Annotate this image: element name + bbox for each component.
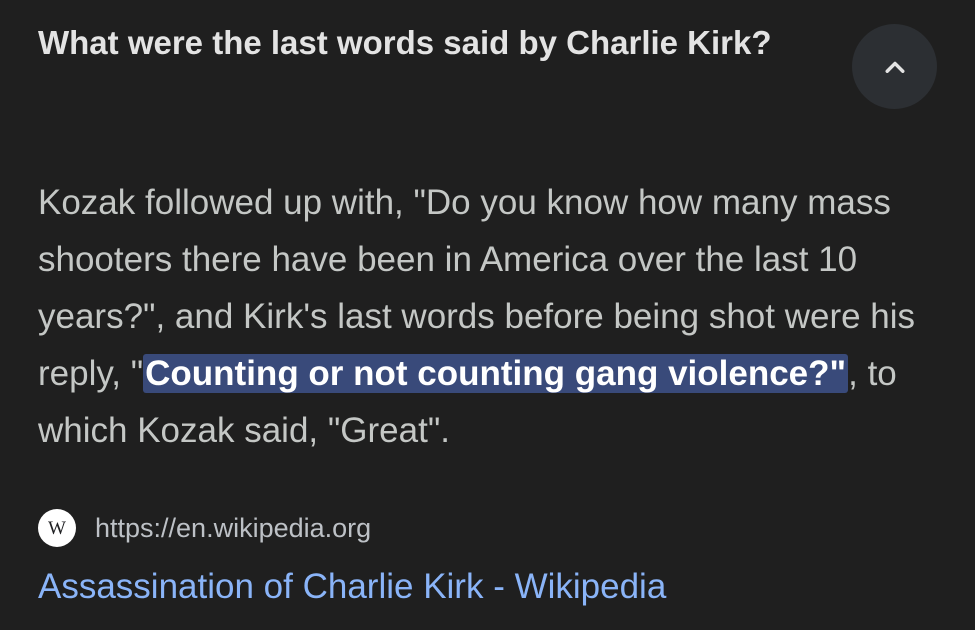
- chevron-up-icon: [885, 61, 904, 73]
- answer-highlight: Counting or not counting gang violence?": [143, 354, 849, 393]
- question-header[interactable]: What were the last words said by Charlie…: [0, 0, 975, 140]
- wikipedia-icon: W: [38, 509, 76, 547]
- answer-snippet: Kozak followed up with, "Do you know how…: [38, 174, 943, 459]
- source-url[interactable]: https://en.wikipedia.org: [95, 510, 371, 546]
- favicon-letter: W: [48, 517, 66, 539]
- question-title[interactable]: What were the last words said by Charlie…: [38, 20, 818, 66]
- collapse-button[interactable]: [852, 24, 937, 109]
- source-title-link[interactable]: Assassination of Charlie Kirk - Wikipedi…: [38, 564, 666, 610]
- source-row[interactable]: W https://en.wikipedia.org: [38, 508, 371, 548]
